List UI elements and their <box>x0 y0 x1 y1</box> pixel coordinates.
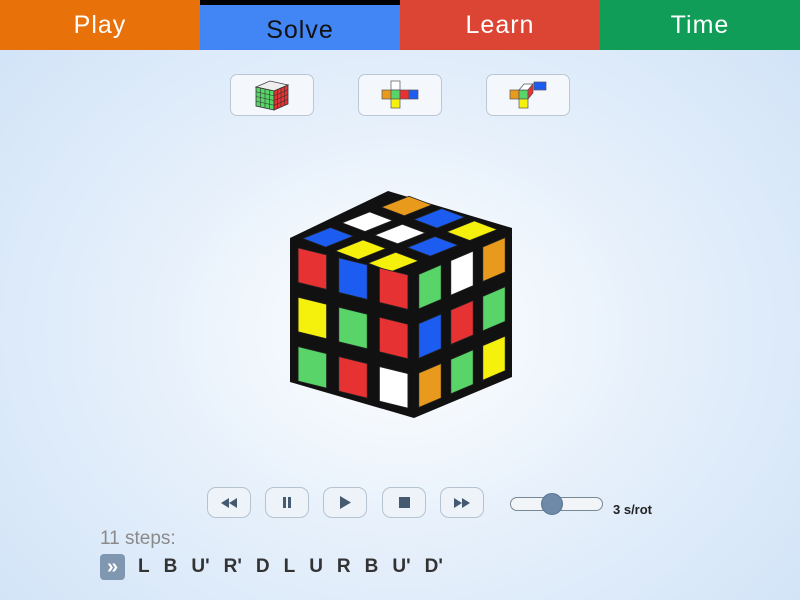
move-sequence: » L B U' R' D L U R B U' D' <box>100 554 457 580</box>
view-folded-net-button[interactable] <box>486 74 570 116</box>
mode-tabs: Play Solve Learn Time <box>0 0 800 50</box>
flat-net-view-icon <box>381 80 419 109</box>
3d-view-icon <box>254 80 290 111</box>
tab-play[interactable]: Play <box>0 0 200 50</box>
tab-time-label: Time <box>670 10 730 39</box>
tab-time[interactable]: Time <box>600 0 800 50</box>
move-9[interactable]: B <box>365 556 379 578</box>
tab-play-label: Play <box>73 10 127 39</box>
move-11[interactable]: D' <box>425 556 443 578</box>
rubiks-cube[interactable] <box>280 185 520 425</box>
stop-icon <box>398 497 410 508</box>
sticker-front-0-2[interactable] <box>379 267 409 310</box>
move-4[interactable]: R' <box>224 556 242 578</box>
pause-icon <box>283 497 291 508</box>
tab-learn[interactable]: Learn <box>400 0 600 50</box>
fast-forward-button[interactable] <box>440 487 484 518</box>
sticker-front-1-1[interactable] <box>338 306 368 350</box>
move-6[interactable]: L <box>284 556 296 578</box>
sticker-front-2-0[interactable] <box>297 346 327 389</box>
fast-forward-icon <box>454 497 470 508</box>
move-3[interactable]: U' <box>191 556 209 578</box>
move-7[interactable]: U <box>309 556 323 578</box>
tab-learn-label: Learn <box>465 10 535 39</box>
sticker-front-0-1[interactable] <box>338 257 368 300</box>
tab-solve[interactable]: Solve <box>200 0 400 50</box>
tab-solve-label: Solve <box>266 15 334 44</box>
play-button[interactable] <box>323 487 367 518</box>
steps-count-label: 11 steps: <box>100 528 176 549</box>
speed-slider[interactable] <box>510 493 603 515</box>
folded-net-view-icon <box>509 81 547 109</box>
sticker-front-1-0[interactable] <box>297 296 327 340</box>
speed-label: 3 s/rot <box>613 502 653 517</box>
move-1[interactable]: L <box>138 556 150 578</box>
move-5[interactable]: D <box>256 556 270 578</box>
pause-button[interactable] <box>265 487 309 518</box>
sticker-front-2-2[interactable] <box>379 366 409 409</box>
move-2[interactable]: B <box>164 556 178 578</box>
sticker-front-0-0[interactable] <box>297 247 327 290</box>
move-8[interactable]: R <box>337 556 351 578</box>
sticker-front-1-2[interactable] <box>379 316 409 360</box>
expand-moves-button[interactable]: » <box>100 554 125 580</box>
sticker-front-2-1[interactable] <box>338 356 368 399</box>
cube-3d-view[interactable] <box>280 185 520 425</box>
speed-slider-thumb[interactable] <box>540 493 563 515</box>
play-icon <box>340 496 351 509</box>
view-3d-button[interactable] <box>230 74 314 116</box>
view-flat-net-button[interactable] <box>358 74 442 116</box>
rewind-icon <box>221 497 237 508</box>
move-10[interactable]: U' <box>392 556 410 578</box>
stop-button[interactable] <box>382 487 426 518</box>
rewind-button[interactable] <box>207 487 251 518</box>
